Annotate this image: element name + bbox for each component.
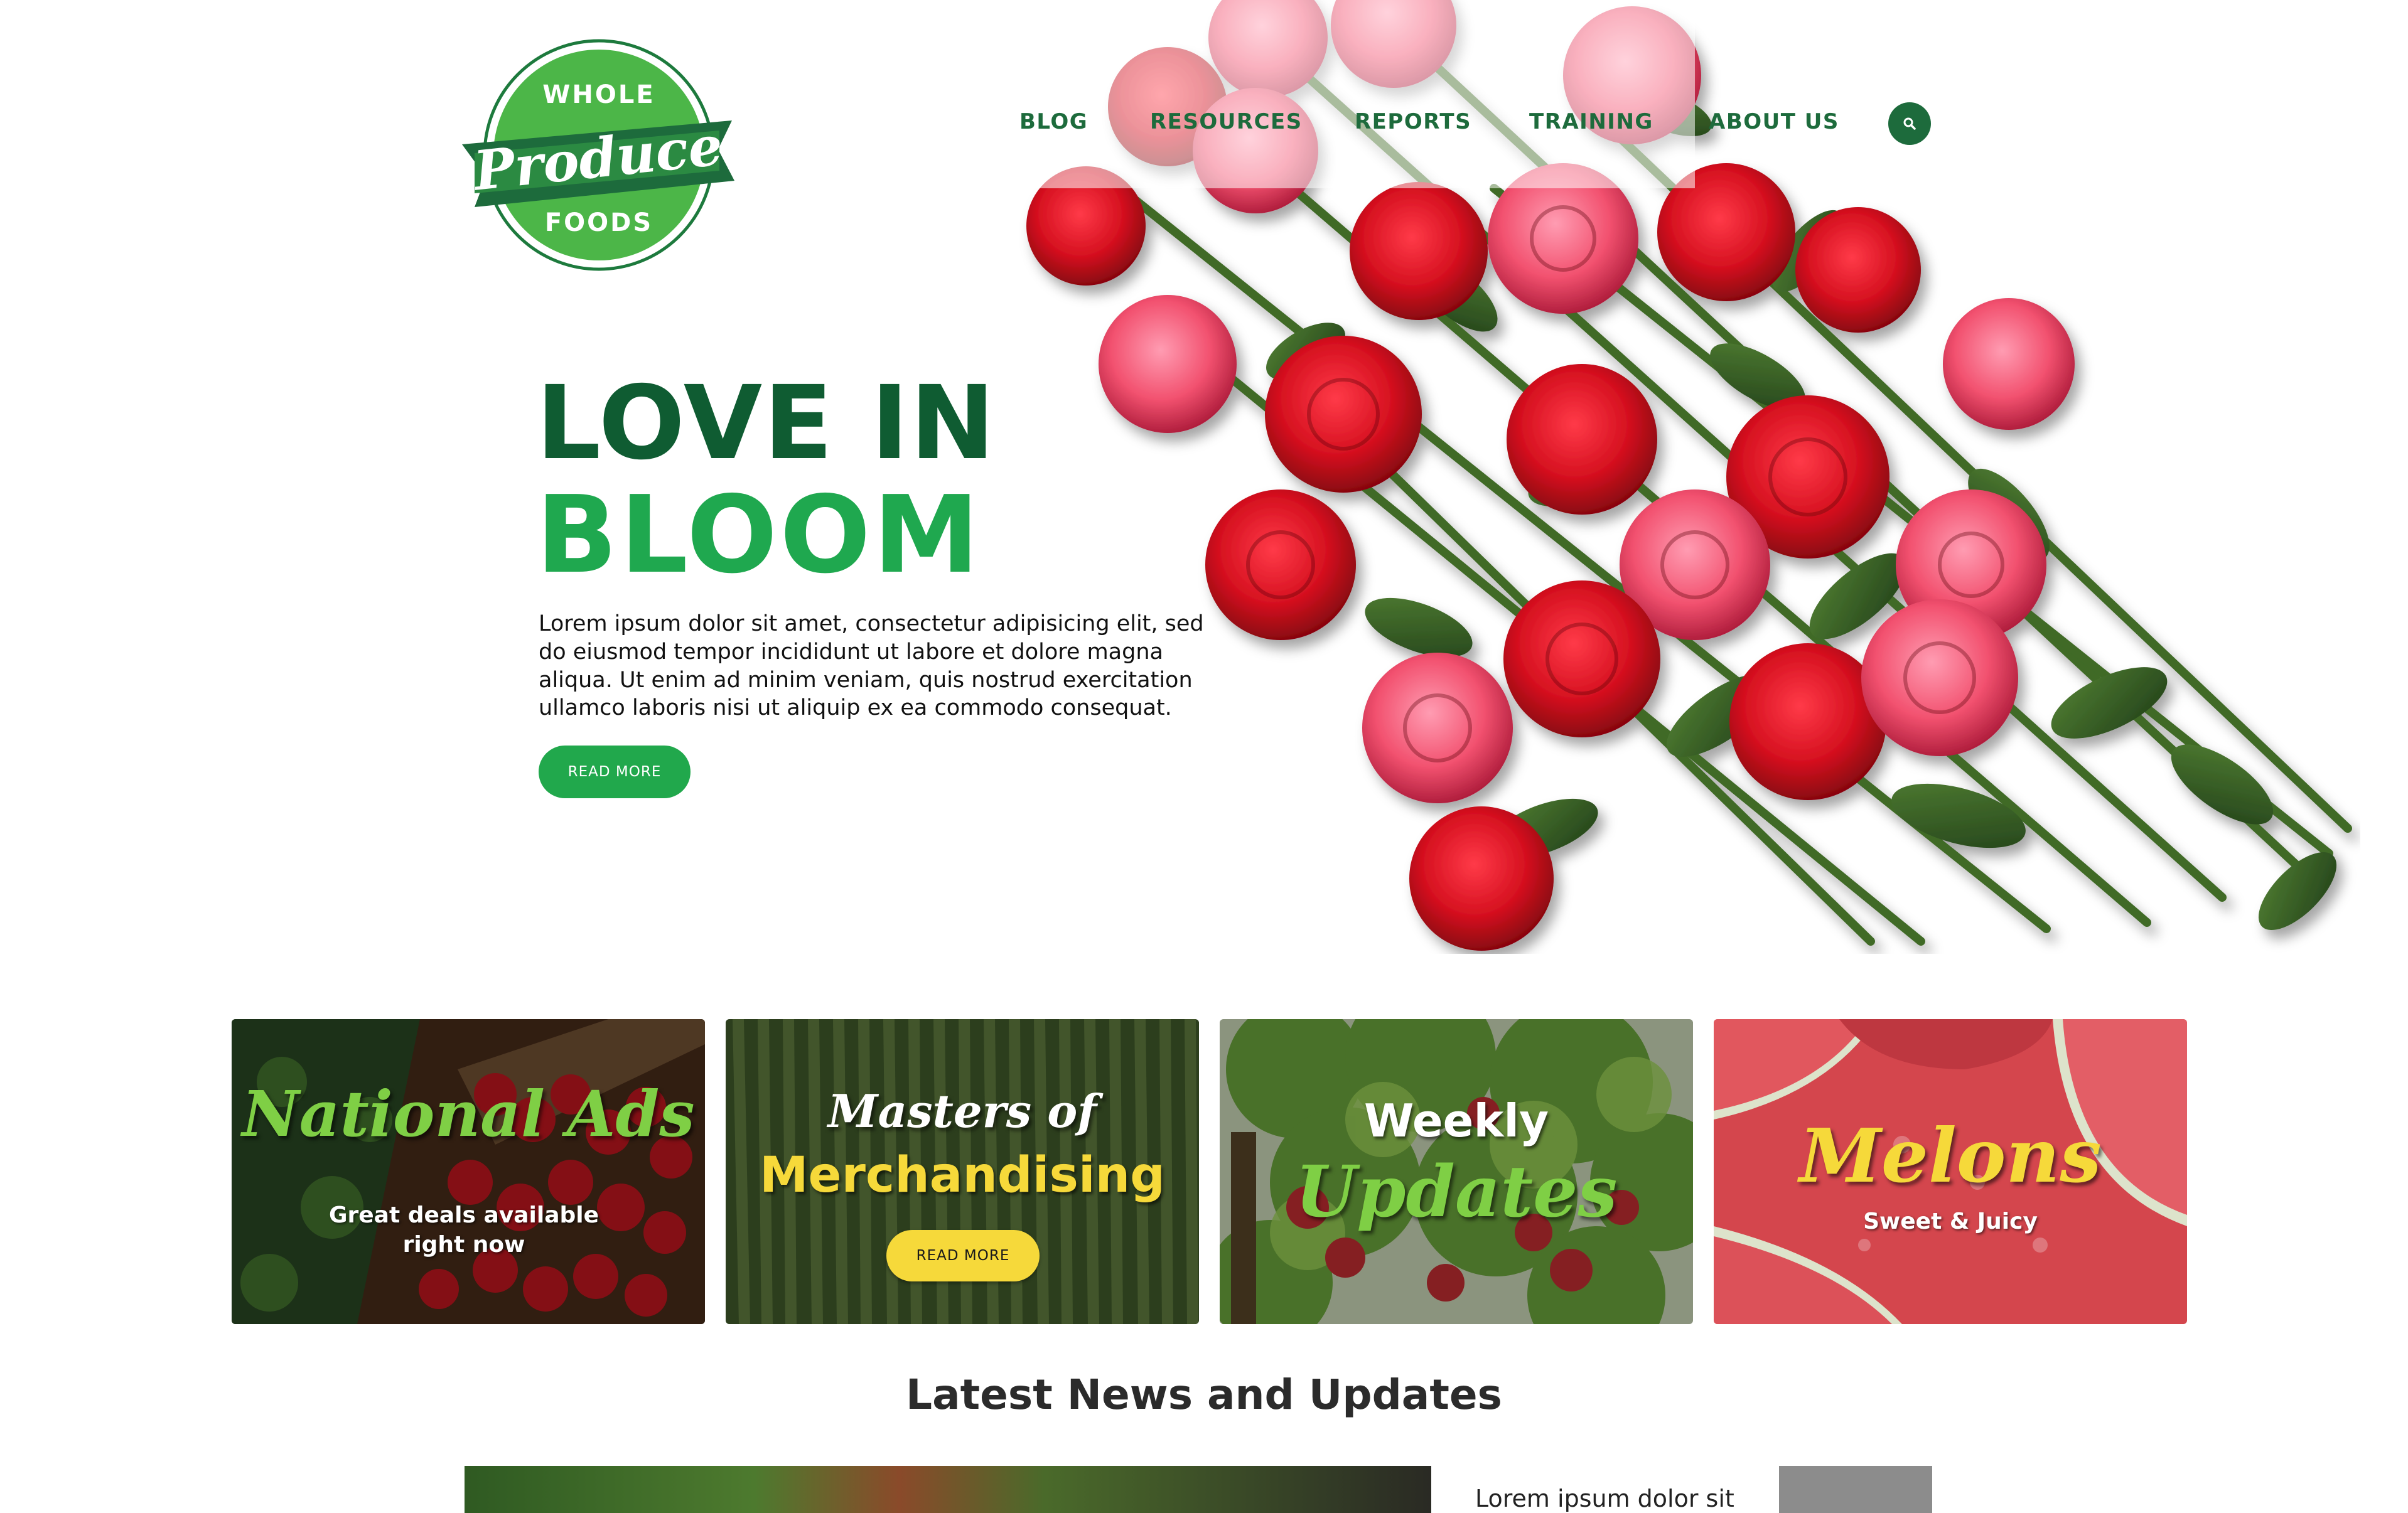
- card-weekly-title-line2: Updates: [1295, 1151, 1618, 1233]
- card-masters-read-more-button[interactable]: READ MORE: [886, 1230, 1040, 1281]
- card-weekly-title-line1: Weekly: [1363, 1094, 1549, 1147]
- card-weekly-updates[interactable]: Weekly Updates: [1220, 1019, 1693, 1324]
- search-icon: [1903, 117, 1916, 130]
- nav-resources-link[interactable]: RESOURCES: [1150, 109, 1303, 134]
- hero-read-more-button[interactable]: READ MORE: [539, 746, 691, 798]
- nav-bar-overlay: [979, 0, 1695, 188]
- logo-top-text: WHOLE: [542, 80, 655, 109]
- card-national-ads-title: National Ads: [242, 1077, 695, 1151]
- nav-blog-link[interactable]: BLOG: [1019, 109, 1088, 134]
- logo-bottom-text: FOODS: [545, 208, 653, 237]
- strawberries-image: [232, 1019, 705, 1324]
- card-national-ads[interactable]: National Ads Great deals available right…: [232, 1019, 705, 1324]
- nav-about-us-link[interactable]: ABOUT US: [1709, 109, 1839, 134]
- card-masters-title-line2: Merchandising: [759, 1147, 1165, 1204]
- news-featured-image[interactable]: [465, 1466, 1431, 1513]
- news-item-title[interactable]: Lorem ipsum dolor sit: [1475, 1485, 1734, 1512]
- search-button[interactable]: [1888, 102, 1931, 145]
- nav-reports-link[interactable]: REPORTS: [1355, 109, 1471, 134]
- card-masters-of-merchandising[interactable]: Masters of Merchandising READ MORE: [726, 1019, 1199, 1324]
- nav-training-link[interactable]: TRAINING: [1529, 109, 1653, 134]
- news-item-thumbnail[interactable]: [1779, 1466, 1932, 1513]
- card-melons-subtitle: Sweet & Juicy: [1863, 1209, 2038, 1234]
- hero-title-line1: LOVE IN: [536, 365, 997, 483]
- hero-body-text: Lorem ipsum dolor sit amet, consectetur …: [539, 611, 1204, 721]
- whole-produce-foods-logo[interactable]: WHOLE Produce FOODS: [457, 39, 741, 271]
- card-masters-title-line1: Masters of: [827, 1084, 1097, 1138]
- hero-title-line2: BLOOM: [536, 473, 982, 597]
- card-national-ads-subtitle: Great deals available right now: [328, 1202, 599, 1258]
- news-section-heading: Latest News and Updates: [906, 1371, 1502, 1419]
- card-melons[interactable]: Melons Sweet & Juicy: [1714, 1019, 2187, 1324]
- card-melons-title: Melons: [1799, 1112, 2102, 1199]
